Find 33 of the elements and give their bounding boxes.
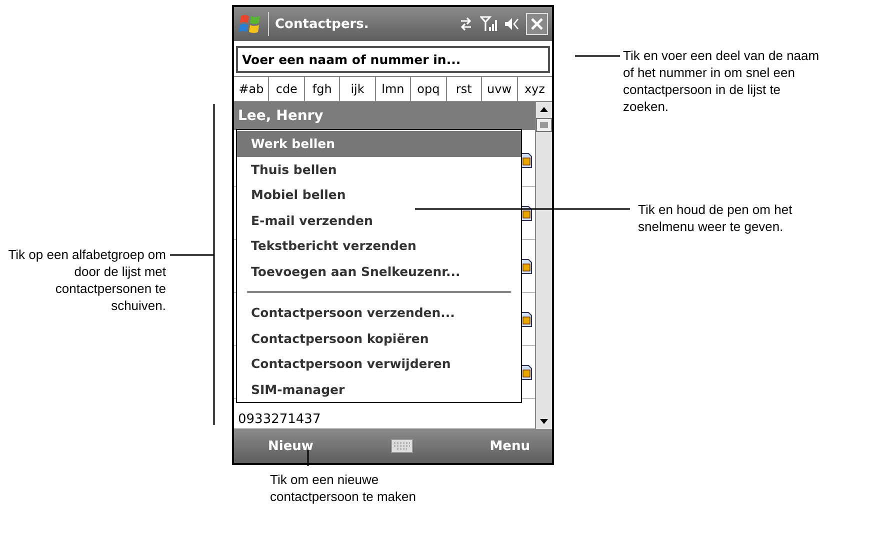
menu-soft-key[interactable]: Menu	[484, 436, 536, 456]
signal-icon	[480, 16, 498, 32]
contact-name-header: Lee, Henry	[234, 102, 535, 130]
leader-line	[575, 55, 620, 57]
callout-text: Tik om een nieuwe contactpersoon te maken	[270, 471, 417, 505]
speaker-icon	[504, 17, 520, 31]
callout-text: Tik en houd de pen om het snelmenu weer te geven.	[638, 201, 794, 235]
sim-card-icon	[521, 312, 532, 326]
keyboard-icon[interactable]	[390, 439, 413, 453]
scroll-thumb-icon[interactable]	[536, 118, 552, 132]
callout-text: Tik en voer een deel van de naam of het nummer in om snel een contactpersoon in de lijst te zoeken.	[623, 47, 820, 115]
menu-item[interactable]: Contactpersoon verwijderen	[237, 351, 521, 376]
menu-item[interactable]: Thuis bellen	[237, 156, 521, 182]
callout-text: Tik op een alfabetgroep om door de lijst met contactpersonen te schuiven.	[7, 246, 166, 314]
scroll-bar[interactable]	[535, 102, 552, 429]
menu-item[interactable]: Werk bellen	[237, 131, 521, 156]
menu-item[interactable]: Mobiel bellen	[237, 182, 521, 208]
new-soft-key[interactable]: Nieuw	[262, 436, 320, 456]
sim-card-icon	[521, 364, 532, 380]
start-icon[interactable]	[238, 12, 262, 36]
close-button[interactable]	[526, 13, 548, 35]
window-title: Contactpers.	[275, 16, 370, 32]
sync-arrows-icon	[458, 17, 474, 31]
menu-item[interactable]: SIM-manager	[237, 376, 521, 402]
menu-item[interactable]: Toevoegen aan Snelkeuzenr...	[237, 258, 521, 284]
sim-card-icon	[521, 152, 532, 168]
menu-item[interactable]: E-mail verzenden	[237, 208, 521, 233]
close-icon	[531, 18, 543, 30]
menu-item[interactable]: Contactpersoon verzenden...	[237, 300, 521, 326]
menu-item[interactable]: Contactpersoon kopiëren	[237, 326, 521, 351]
search-field[interactable]: Voer een naam of nummer in...	[236, 46, 550, 73]
menu-item[interactable]: Tekstbericht verzenden	[237, 233, 521, 258]
sim-card-icon	[521, 258, 532, 274]
